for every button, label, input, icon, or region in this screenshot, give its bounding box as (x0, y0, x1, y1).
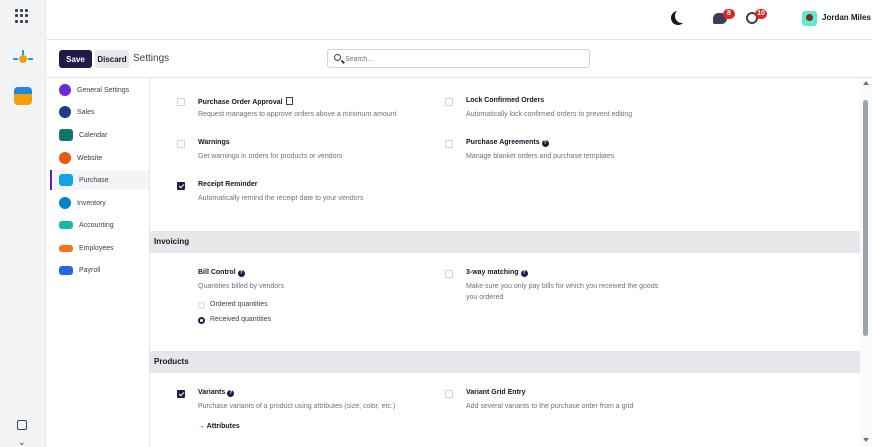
help-icon[interactable]: ? (520, 270, 528, 277)
chevron-down-icon[interactable]: ⌄ (18, 437, 26, 447)
lock-orders-desc: Automatically lock confirmed orders to p… (466, 111, 633, 118)
chat-badge: 8 (723, 9, 735, 19)
receipt-reminder-checkbox[interactable] (177, 182, 185, 190)
sidebar-item-employees[interactable]: Employees (50, 238, 149, 258)
purchase-icon (59, 174, 73, 186)
payroll-icon (59, 265, 73, 275)
bill-control-desc: Quantities billed by vendors (198, 283, 284, 290)
help-icon[interactable]: ? (237, 270, 245, 277)
bill-control-title: Bill Control (198, 269, 236, 276)
calendar-icon (59, 129, 73, 141)
variants-title: Variants (198, 389, 226, 396)
sidebar-item-website[interactable]: Website (50, 148, 149, 168)
settings-sidebar: General Settings Sales Calendar Website … (46, 78, 150, 447)
employees-icon (59, 244, 73, 252)
lock-orders-checkbox[interactable] (445, 98, 453, 106)
sidebar-item-sales[interactable]: Sales (50, 102, 149, 122)
control-panel: Save Discard Settings (46, 40, 872, 78)
scroll-thumb[interactable] (863, 100, 868, 336)
po-approval-desc: Request managers to approve orders above… (198, 111, 397, 118)
inventory-icon (59, 197, 71, 209)
discard-button[interactable]: Discard (95, 50, 129, 68)
desc-line: you ordered (466, 294, 504, 301)
products-section-header: Products (150, 351, 860, 373)
sidebar-item-label: Website (77, 154, 103, 162)
help-icon[interactable]: ? (227, 390, 235, 397)
sales-icon (59, 106, 71, 118)
odoo-app-icon[interactable] (11, 50, 35, 68)
sidebar-item-calendar[interactable]: Calendar (50, 125, 149, 145)
purchase-agreements-desc: Manage blanket orders and purchase templ… (466, 153, 615, 160)
three-way-matching-checkbox[interactable] (445, 270, 453, 278)
radio-label: Ordered quantities (210, 301, 268, 308)
sidebar-item-label: Payroll (79, 266, 101, 274)
search-box[interactable] (327, 49, 590, 68)
purchase-agreements-title: Purchase Agreements (466, 139, 540, 146)
warnings-title: Warnings (198, 139, 230, 146)
variants-desc: Purchase variants of a product using att… (198, 403, 396, 410)
variant-grid-title: Variant Grid Entry (466, 389, 526, 396)
scroll-down-icon[interactable] (863, 438, 869, 442)
purchase-app-icon[interactable] (14, 87, 32, 105)
user-name[interactable]: Jordan Miles (822, 13, 871, 22)
sidebar-item-label: Accounting (79, 221, 114, 229)
breadcrumb: Settings (133, 53, 170, 64)
save-button[interactable]: Save (59, 50, 92, 68)
scroll-up-icon[interactable] (863, 81, 869, 85)
warnings-desc: Get warnings in orders for products or v… (198, 153, 343, 160)
variant-grid-desc: Add several variants to the purchase ord… (466, 403, 634, 410)
dark-mode-icon[interactable] (671, 11, 685, 25)
variant-grid-checkbox[interactable] (445, 390, 453, 398)
receipt-reminder-desc: Automatically remind the receipt date to… (198, 195, 364, 202)
general-settings-icon (59, 84, 71, 96)
search-input[interactable] (345, 52, 585, 66)
sidebar-item-general-settings[interactable]: General Settings (50, 80, 149, 100)
accounting-icon (59, 221, 73, 229)
po-approval-checkbox[interactable] (177, 98, 185, 106)
three-way-matching-title: 3-way matching (466, 269, 519, 276)
sidebar-item-inventory[interactable]: Inventory (50, 193, 149, 213)
sidebar-item-label: Inventory (77, 199, 106, 207)
sidebar-item-label: Employees (79, 244, 114, 252)
help-icon[interactable]: ? (541, 140, 549, 147)
three-way-matching-desc: Make sure you only pay bills for which y… (466, 281, 658, 303)
sidebar-item-payroll[interactable]: Payroll (50, 260, 149, 280)
avatar[interactable] (802, 11, 817, 26)
sidebar-item-label: Sales (77, 108, 95, 116)
activity-badge: 10 (755, 9, 767, 19)
website-icon (59, 152, 71, 164)
variants-checkbox[interactable] (177, 390, 185, 398)
sidebar-item-purchase[interactable]: Purchase (50, 170, 149, 190)
desc-line: Make sure you only pay bills for which y… (466, 283, 659, 290)
company-icon (285, 97, 293, 105)
search-icon (334, 54, 341, 61)
top-bar: 8 10 Jordan Miles (46, 0, 872, 40)
po-approval-title: Purchase Order Approval (198, 99, 283, 106)
invoicing-section-header: Invoicing (150, 231, 860, 253)
app-rail: ⌄ (0, 0, 46, 447)
attributes-link[interactable]: → Attributes (198, 423, 240, 430)
scrollbar[interactable] (860, 78, 872, 447)
settings-content: Purchase Order Approval Request managers… (150, 78, 860, 447)
sidebar-item-label: Purchase (79, 176, 109, 184)
purchase-agreements-checkbox[interactable] (445, 140, 453, 148)
receipt-reminder-title: Receipt Reminder (198, 181, 258, 188)
sidebar-item-label: Calendar (79, 131, 108, 139)
sidebar-item-accounting[interactable]: Accounting (50, 215, 149, 235)
apps-menu-icon[interactable] (15, 9, 29, 23)
radio-button[interactable] (198, 317, 205, 324)
lock-orders-title: Lock Confirmed Orders (466, 97, 545, 104)
warnings-checkbox[interactable] (177, 140, 185, 148)
sidebar-item-label: General Settings (77, 86, 130, 94)
radio-button[interactable] (198, 302, 205, 309)
sidebar-toggle-icon[interactable] (17, 420, 27, 430)
radio-label: Received quantities (210, 316, 272, 323)
